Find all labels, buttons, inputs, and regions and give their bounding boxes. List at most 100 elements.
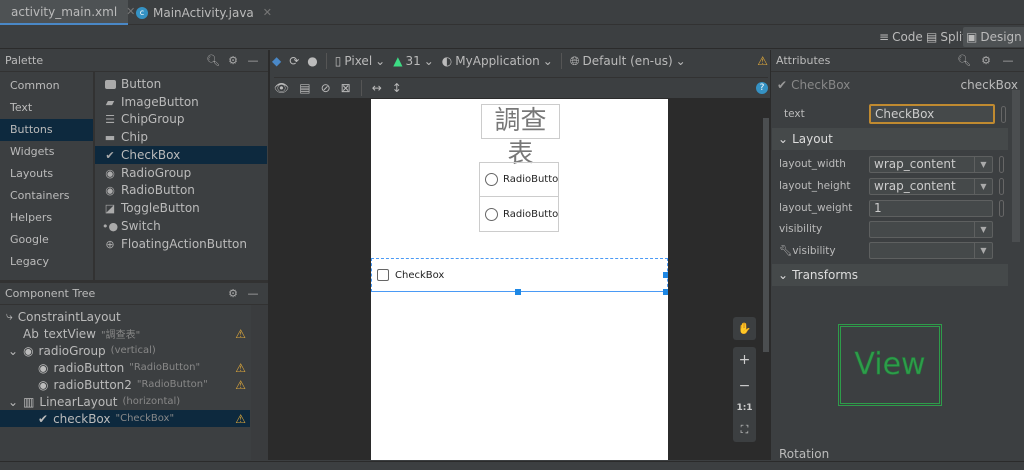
dropdown-arrow-icon[interactable]: ▼ bbox=[974, 221, 992, 237]
chevron-down-icon[interactable]: ⌄ bbox=[8, 395, 18, 409]
palette-category-common[interactable]: Common bbox=[0, 75, 93, 97]
zoom-out-icon[interactable]: − bbox=[739, 378, 751, 394]
dropdown-arrow-icon[interactable]: ▼ bbox=[974, 242, 992, 258]
preview-radiobutton2[interactable]: RadioButton bbox=[480, 197, 558, 231]
label: layout_width bbox=[779, 158, 846, 170]
device-preview[interactable]: 調查表 RadioButton RadioButton CheckBox bbox=[371, 99, 668, 460]
tree-scrollbar-track[interactable] bbox=[251, 305, 268, 460]
pan-button[interactable]: ✋ bbox=[733, 317, 756, 340]
eye-icon[interactable]: 👁︎ bbox=[274, 81, 289, 95]
gear-icon[interactable]: ⚙ bbox=[975, 54, 997, 67]
minimize-icon[interactable]: — bbox=[243, 54, 263, 67]
code-mode-button[interactable]: ≡ Code bbox=[876, 27, 926, 47]
design-mode-button[interactable]: ▣ Design bbox=[963, 27, 1024, 47]
tree-node-checkbox[interactable]: ✔ checkBox "CheckBox" ⚠ bbox=[0, 410, 250, 427]
split-icon: ▤ bbox=[926, 30, 938, 44]
clear-constraints-icon[interactable]: ⊠ bbox=[341, 81, 351, 95]
layout-weight-input[interactable]: 1 bbox=[869, 199, 993, 217]
gear-icon[interactable]: ⚙ bbox=[223, 54, 243, 67]
palette-category-google[interactable]: Google bbox=[0, 229, 93, 251]
tree-node-constraintlayout[interactable]: ⤷ ConstraintLayout bbox=[0, 308, 250, 325]
preview-radiobutton[interactable]: RadioButton bbox=[480, 163, 558, 197]
palette-item-checkbox[interactable]: ✔ CheckBox bbox=[95, 146, 267, 164]
text-input[interactable]: CheckBox bbox=[869, 104, 995, 124]
expand-vertical-icon[interactable]: ↕ bbox=[392, 81, 402, 95]
layout-width-dropdown[interactable]: wrap_content ▼ bbox=[869, 155, 993, 173]
layout-section-header[interactable]: ⌄ Layout bbox=[772, 128, 1008, 150]
blueprint-icon[interactable]: ▤ bbox=[299, 81, 310, 95]
palette-item-button[interactable]: Button bbox=[95, 75, 267, 93]
palette-item-chipgroup[interactable]: ☰ ChipGroup bbox=[95, 110, 267, 128]
warning-icon[interactable]: ⚠ bbox=[235, 361, 246, 375]
minimize-icon[interactable]: — bbox=[243, 287, 263, 300]
tab-activity-main[interactable]: activity_main.xml ✕ bbox=[0, 0, 135, 25]
layout-height-dropdown[interactable]: wrap_content ▼ bbox=[869, 177, 993, 195]
palette-category-buttons[interactable]: Buttons bbox=[0, 119, 93, 141]
orientation-icon[interactable]: ⟳ bbox=[289, 54, 299, 68]
tab-label: activity_main.xml bbox=[11, 4, 118, 19]
palette-category-containers[interactable]: Containers bbox=[0, 185, 93, 207]
warning-icon[interactable]: ⚠ bbox=[757, 54, 768, 68]
canvas-scrollbar[interactable] bbox=[763, 118, 769, 352]
palette-category-layouts[interactable]: Layouts bbox=[0, 163, 93, 185]
warning-icon[interactable]: ⚠ bbox=[235, 327, 246, 341]
warning-icon[interactable]: ⚠ bbox=[235, 378, 246, 392]
close-icon[interactable]: ✕ bbox=[263, 6, 272, 19]
layers-icon[interactable]: ◆ bbox=[272, 54, 281, 68]
resource-picker[interactable] bbox=[1001, 105, 1006, 123]
resize-handle[interactable] bbox=[663, 289, 668, 295]
resource-picker[interactable] bbox=[999, 177, 1004, 195]
search-icon[interactable]: 🔍︎ bbox=[203, 54, 223, 67]
magnet-off-icon[interactable]: ⊘ bbox=[321, 81, 331, 95]
help-icon[interactable]: ? bbox=[756, 81, 768, 94]
preview-checkbox-selected[interactable]: CheckBox bbox=[371, 258, 668, 292]
palette-item-chip[interactable]: ▬ Chip bbox=[95, 128, 267, 146]
zoom-fit-icon[interactable]: ⛶ bbox=[741, 423, 749, 437]
attributes-scrollbar[interactable] bbox=[1012, 90, 1020, 242]
palette-item-radiobutton[interactable]: ◉ RadioButton bbox=[95, 181, 267, 199]
tree-node-linearlayout[interactable]: ⌄ ▥ LinearLayout (horizontal) bbox=[0, 393, 250, 410]
tree-node-radiobutton2[interactable]: ◉ radioButton2 "RadioButton" ⚠ bbox=[0, 376, 250, 393]
theme-selector[interactable]: ◐ MyApplication ⌄ bbox=[442, 54, 553, 68]
palette-item-radiogroup[interactable]: ◉ RadioGroup bbox=[95, 164, 267, 182]
palette-category-helpers[interactable]: Helpers bbox=[0, 207, 93, 229]
resize-handle[interactable] bbox=[663, 272, 668, 278]
tab-main-activity[interactable]: c MainActivity.java ✕ bbox=[130, 0, 278, 25]
palette-category-widgets[interactable]: Widgets bbox=[0, 141, 93, 163]
resize-handle[interactable] bbox=[515, 289, 521, 295]
zoom-in-icon[interactable]: + bbox=[739, 352, 751, 368]
palette-item-togglebutton[interactable]: ◪ ToggleButton bbox=[95, 199, 267, 217]
resource-picker[interactable] bbox=[999, 155, 1004, 173]
palette-category-legacy[interactable]: Legacy bbox=[0, 251, 93, 273]
api-selector[interactable]: ▲ 31 ⌄ bbox=[393, 54, 434, 68]
night-mode-icon[interactable]: ● bbox=[307, 54, 317, 68]
gear-icon[interactable]: ⚙ bbox=[223, 287, 243, 300]
label-wrap: 🔧︎visibility bbox=[772, 244, 869, 257]
resource-picker[interactable] bbox=[999, 199, 1004, 217]
preview-radiogroup[interactable]: RadioButton RadioButton bbox=[479, 162, 559, 232]
chevron-down-icon[interactable]: ⌄ bbox=[8, 344, 18, 358]
expand-horizontal-icon[interactable]: ↔ bbox=[372, 81, 382, 95]
dropdown-arrow-icon[interactable]: ▼ bbox=[974, 156, 992, 172]
tree-node-radiobutton[interactable]: ◉ radioButton "RadioButton" ⚠ bbox=[0, 359, 250, 376]
palette-item-imagebutton[interactable]: ▰ ImageButton bbox=[95, 93, 267, 111]
tree-node-textview[interactable]: Ab textView "調查表" ⚠ bbox=[0, 325, 250, 342]
label: radioButton2 bbox=[53, 377, 132, 392]
tools-visibility-dropdown[interactable]: ▼ bbox=[869, 241, 993, 259]
label: CheckBox bbox=[121, 148, 181, 162]
radio-button-icon: ◉ bbox=[105, 183, 115, 197]
visibility-dropdown[interactable]: ▼ bbox=[869, 220, 993, 238]
dropdown-arrow-icon[interactable]: ▼ bbox=[974, 178, 992, 194]
warning-icon[interactable]: ⚠ bbox=[235, 412, 246, 426]
minimize-icon[interactable]: — bbox=[997, 54, 1019, 67]
preview-textview[interactable]: 調查表 bbox=[481, 104, 560, 169]
palette-item-switch[interactable]: •● Switch bbox=[95, 217, 267, 235]
actual-size-button[interactable]: 1:1 bbox=[736, 403, 752, 413]
tree-node-radiogroup[interactable]: ⌄ ◉ radioGroup (vertical) bbox=[0, 342, 250, 359]
palette-item-fab[interactable]: ⊕ FloatingActionButton bbox=[95, 235, 267, 253]
search-icon[interactable]: 🔍︎ bbox=[953, 54, 975, 67]
locale-selector[interactable]: 🌐︎ Default (en-us) ⌄ bbox=[570, 54, 686, 69]
device-selector[interactable]: ▯ Pixel ⌄ bbox=[335, 54, 385, 68]
transforms-section-header[interactable]: ⌄ Transforms bbox=[772, 264, 1008, 286]
palette-category-text[interactable]: Text bbox=[0, 97, 93, 119]
